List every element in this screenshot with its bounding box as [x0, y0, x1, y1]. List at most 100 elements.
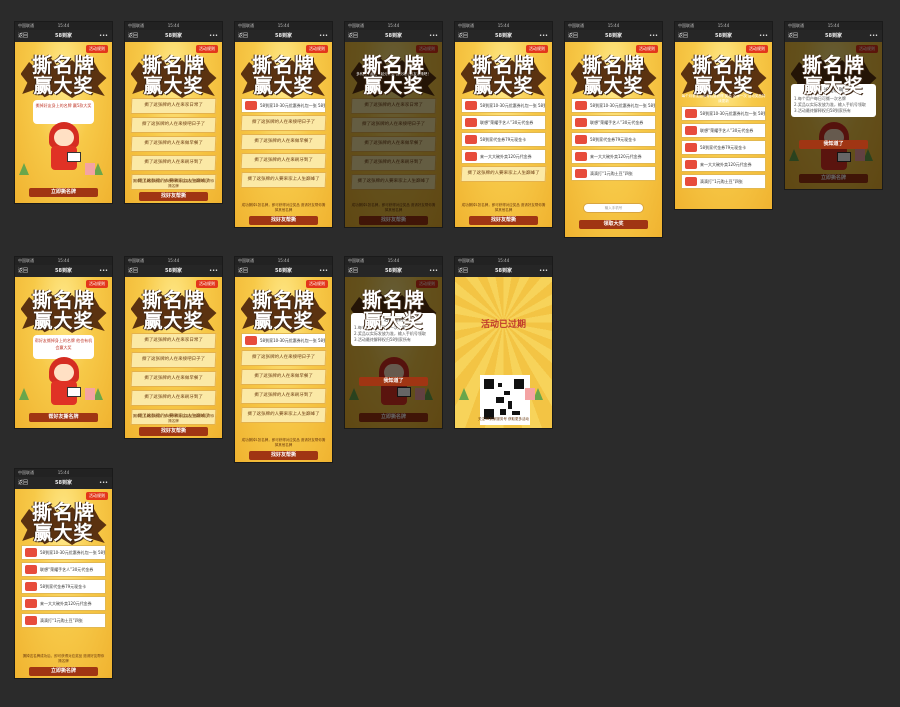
prize-image	[575, 101, 587, 110]
more-menu-icon[interactable]: •••	[209, 30, 218, 42]
name-tag-card[interactable]: 撕了这张牌的人在来做早餐了	[240, 369, 327, 385]
rules-badge[interactable]: 活动规则	[636, 45, 658, 53]
prize-image	[685, 143, 697, 152]
more-menu-icon[interactable]: •••	[319, 30, 328, 42]
screen-content: 活动已过期 关注58到家服务号 获取更多活动	[455, 277, 552, 428]
rules-badge[interactable]: 活动规则	[526, 45, 548, 53]
name-tag-card[interactable]: 撕了这张牌的人在来做早餐了	[130, 371, 217, 387]
name-tag-card[interactable]: 撕了这张牌的人在来接吧日子了	[130, 352, 217, 368]
more-menu-icon[interactable]: •••	[869, 30, 878, 42]
qr-module	[508, 401, 512, 409]
name-tag-card[interactable]: 撕了这张牌的人要来家上人生巅峰了	[240, 407, 327, 423]
name-tag-card[interactable]: 撕了这张牌的人在来做早餐了	[130, 136, 217, 152]
qr-module	[512, 411, 520, 415]
more-menu-icon[interactable]: •••	[429, 265, 438, 277]
nav-title: 58到家	[55, 33, 72, 39]
more-menu-icon[interactable]: •••	[209, 265, 218, 277]
prize-item: 58到家代金券79元现金卡	[21, 579, 106, 594]
prize-list: 58到家10-30元优惠券礼包一张 58到家1元洗衣券一张联想“荣耀手艺人”30…	[571, 98, 656, 183]
name-tag-card[interactable]: 撕了这张牌的人在来家日常了	[130, 333, 217, 349]
rules-badge[interactable]: 活动规则	[306, 280, 328, 288]
promo-logo: 撕名牌 赢大奖	[20, 289, 107, 333]
rules-badge[interactable]: 活动规则	[306, 45, 328, 53]
logo-line-1: 撕名牌	[802, 53, 865, 77]
house-decoration	[525, 388, 535, 400]
invite-friend-button[interactable]: 找好友帮撕	[249, 451, 318, 460]
name-tag-card[interactable]: 撕了这张牌的人在来接吧日子了	[240, 115, 327, 131]
invite-friend-button[interactable]: 找好友帮撕	[139, 192, 208, 201]
status-time: 15:44	[57, 258, 70, 263]
more-menu-icon[interactable]: •••	[99, 265, 108, 277]
name-tag-card[interactable]: 撕了这张牌的人在来刷牙到了	[130, 155, 217, 171]
status-bar: 中国联通 15:44	[675, 22, 772, 30]
nav-bar: 返回 58到家 •••	[455, 30, 552, 42]
house-decoration	[85, 163, 95, 175]
rules-badge[interactable]: 活动规则	[746, 45, 768, 53]
dialog-ok-button[interactable]: 我知道了	[359, 377, 428, 386]
name-tag-card[interactable]: 撕了这张牌的人在来做早餐了	[240, 134, 327, 150]
rules-badge[interactable]: 活动规则	[196, 280, 218, 288]
more-menu-icon[interactable]: •••	[539, 265, 548, 277]
rules-badge[interactable]: 活动规则	[196, 45, 218, 53]
prize-item: 联想“荣耀手艺人”30元代金券	[21, 562, 106, 577]
help-friend-button[interactable]: 帮好友撕名牌	[29, 413, 98, 422]
prize-item: 58到家代金券79元现金卡	[681, 140, 766, 155]
nav-bar: 返回 58到家 •••	[345, 265, 442, 277]
phone-number-input[interactable]: 输入手机号	[583, 203, 644, 213]
nav-bar: 返回 58到家 •••	[125, 30, 222, 42]
screen-content: 撕名牌赢大奖活动规则 58到家10-30元优惠券礼包一张 58到家1元洗衣券一张联…	[15, 489, 112, 678]
tear-name-tag-button[interactable]: 立即撕名牌	[29, 188, 98, 197]
invite-friend-button[interactable]: 找好友帮撕	[469, 216, 538, 225]
logo-line-1: 撕名牌	[692, 53, 755, 77]
nav-title: 58到家	[55, 268, 72, 274]
invite-friend-button[interactable]: 找好友帮撕	[249, 216, 318, 225]
more-menu-icon[interactable]: •••	[99, 477, 108, 489]
more-menu-icon[interactable]: •••	[759, 30, 768, 42]
prize-image	[465, 101, 477, 110]
name-tag-card[interactable]: 撕了这张牌的人在来刷牙到了	[240, 388, 327, 404]
name-tag-card[interactable]: 撕了这张牌的人在来接吧日子了	[130, 117, 217, 133]
more-menu-icon[interactable]: •••	[539, 30, 548, 42]
name-tag-card[interactable]: 撕了这张牌的人在来接吧日子了	[240, 350, 327, 366]
prize-text: 58到家代金券79元现金卡	[590, 137, 637, 142]
status-time: 15:44	[387, 23, 400, 28]
nav-bar: 返回 58到家 •••	[125, 265, 222, 277]
prize-list: 58到家10-30元优惠券礼包一张 58到家1元洗衣券一张联想“荣耀手艺人”30…	[21, 545, 106, 630]
rules-badge[interactable]: 活动规则	[86, 492, 108, 500]
more-menu-icon[interactable]: •••	[319, 265, 328, 277]
name-tag-card[interactable]: 撕了这张牌的人要来家上人生巅峰了	[460, 166, 547, 182]
status-bar: 中国联通 15:44	[565, 22, 662, 30]
name-tag-card[interactable]: 撕了这张牌的人在来刷牙到了	[130, 390, 217, 406]
tree-decoration	[459, 388, 469, 400]
phone-screen: 中国联通 15:44 返回 58到家 ••• 撕名牌 赢大奖 活动规则 每个月参加活动有机会获得…	[675, 22, 772, 209]
more-menu-icon[interactable]: •••	[99, 30, 108, 42]
more-menu-icon[interactable]: •••	[429, 30, 438, 42]
prize-item: 来一大大碗外卖120元代金券	[571, 149, 656, 164]
prize-image	[465, 152, 477, 161]
name-tag-card[interactable]: 撕了这张牌的人在来家日常了	[130, 98, 217, 114]
phone-screen: 中国联通 15:44 返回 58到家 ••• 撕名牌 赢大奖 活动规则 帮好友撕掉身上的名牌 他…	[15, 257, 112, 428]
nav-title: 58到家	[385, 33, 402, 39]
invite-friend-button[interactable]: 找好友帮撕	[139, 427, 208, 436]
nav-bar: 返回 58到家 •••	[455, 265, 552, 277]
promo-logo: 撕名牌 赢大奖	[20, 501, 107, 545]
prize-image	[575, 169, 587, 178]
phone-screen: 中国联通15:44返回58到家•••撕名牌赢大奖活动规则撕了这张牌的人在来家日常…	[345, 22, 442, 227]
mascot-girl	[45, 355, 83, 413]
tear-name-tag-button[interactable]: 立即撕名牌	[29, 667, 98, 676]
promo-logo: 撕名牌 赢大奖	[240, 289, 327, 333]
name-tag-card[interactable]: 撕了这张牌的人在来刷牙到了	[240, 153, 327, 169]
qr-module	[484, 379, 494, 389]
dialog-ok-button[interactable]: 我知道了	[799, 140, 868, 149]
more-menu-icon[interactable]: •••	[649, 30, 658, 42]
rules-badge[interactable]: 活动规则	[86, 280, 108, 288]
claim-prize-button[interactable]: 领取大奖	[579, 220, 648, 229]
rules-badge[interactable]: 活动规则	[86, 45, 108, 53]
prize-text: 58到家代金券79元现金卡	[40, 584, 87, 589]
nav-bar: 返回 58到家 •••	[675, 30, 772, 42]
promo-logo: 撕名牌 赢大奖	[350, 289, 437, 333]
name-tag-card[interactable]: 撕了这张牌的人要来家上人生巅峰了	[240, 172, 327, 188]
promo-logo: 撕名牌 赢大奖	[790, 53, 877, 98]
status-bar: 中国联通 15:44	[785, 22, 882, 30]
status-time: 15:44	[497, 258, 510, 263]
